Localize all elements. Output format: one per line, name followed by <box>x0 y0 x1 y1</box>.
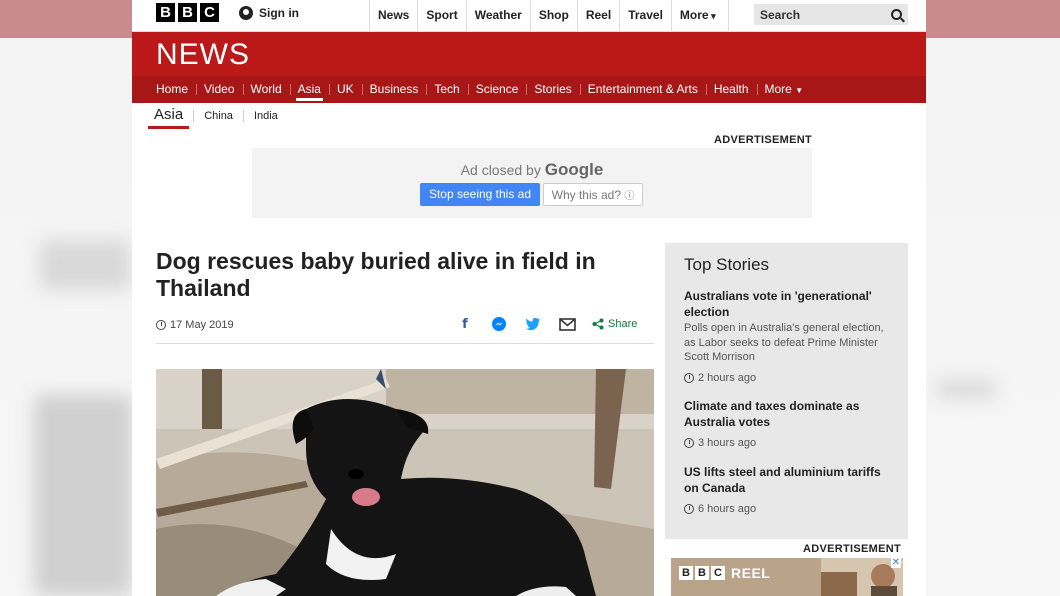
user-icon <box>239 6 253 20</box>
clock-icon <box>684 438 694 448</box>
bbc-page: B B C Sign in News Sport Weather Shop Re… <box>132 0 926 596</box>
asia-subnav: Asia China India <box>148 103 288 129</box>
top-story-time-text: 3 hours ago <box>698 437 757 449</box>
reel-word: REEL <box>731 565 771 581</box>
top-stories-panel: Top Stories Australians vote in 'generat… <box>665 243 908 539</box>
top-story-item[interactable]: Climate and taxes dominate as Australia … <box>684 398 894 449</box>
bbc-logo-letter: B <box>156 3 175 22</box>
top-nav-travel[interactable]: Travel <box>619 0 671 32</box>
top-story-time-text: 6 hours ago <box>698 503 757 515</box>
top-nav-weather[interactable]: Weather <box>465 0 530 32</box>
article-date: 17 May 2019 <box>156 319 234 331</box>
info-icon: ⓘ <box>624 191 635 202</box>
top-nav-sport[interactable]: Sport <box>417 0 465 32</box>
top-story-item[interactable]: Australians vote in 'generational' elect… <box>684 288 894 384</box>
top-nav-reel[interactable]: Reel <box>576 0 619 32</box>
sign-in-link[interactable]: Sign in <box>239 6 299 20</box>
section-tech[interactable]: Tech <box>426 76 467 103</box>
clock-icon <box>156 320 166 330</box>
bbc-reel-logo-letter: B <box>695 566 709 580</box>
section-health[interactable]: Health <box>705 76 757 103</box>
news-header: NEWS <box>132 32 926 76</box>
subnav-china[interactable]: China <box>193 110 243 122</box>
search-placeholder: Search <box>760 7 801 22</box>
top-nav-more[interactable]: More <box>670 0 729 32</box>
section-nav: Home Video World Asia UK Business Tech S… <box>132 76 926 103</box>
share-tools: f Share <box>456 316 637 332</box>
bbc-reel-logo-letter: C <box>711 566 725 580</box>
sign-in-label: Sign in <box>259 6 299 20</box>
messenger-icon[interactable] <box>490 316 508 332</box>
news-logo[interactable]: NEWS <box>156 38 250 72</box>
top-nav: News Sport Weather Shop Reel Travel More <box>369 0 729 32</box>
top-story-title[interactable]: US lifts steel and aluminium tariffs on … <box>684 464 894 496</box>
subnav-india[interactable]: India <box>242 110 288 122</box>
top-nav-shop[interactable]: Shop <box>529 0 577 32</box>
advertisement-label-side: ADVERTISEMENT <box>803 543 902 555</box>
top-story-title[interactable]: Australians vote in 'generational' elect… <box>684 288 894 320</box>
share-icon <box>592 318 604 330</box>
section-asia[interactable]: Asia <box>289 76 329 103</box>
background-left-blurred <box>0 0 132 596</box>
bbc-reel-logo-letter: B <box>679 566 693 580</box>
top-story-time: 6 hours ago <box>684 503 894 515</box>
article-photo-dog <box>156 369 654 596</box>
section-business[interactable]: Business <box>361 76 427 103</box>
clock-icon <box>684 372 694 383</box>
section-home[interactable]: Home <box>148 76 196 103</box>
top-story-time: 3 hours ago <box>684 437 894 449</box>
top-story-time-text: 2 hours ago <box>698 371 757 384</box>
facebook-icon[interactable]: f <box>456 316 474 332</box>
bbc-logo-letter: C <box>200 3 219 22</box>
top-stories-heading: Top Stories <box>684 255 770 274</box>
section-uk[interactable]: UK <box>328 76 362 103</box>
google-logo: Google <box>544 160 604 179</box>
section-stories[interactable]: Stories <box>526 76 579 103</box>
article-date-text: 17 May 2019 <box>170 319 234 331</box>
stop-seeing-ad-button[interactable]: Stop seeing this ad <box>420 183 540 206</box>
top-nav-news[interactable]: News <box>369 0 417 32</box>
why-this-ad-button[interactable]: Why this ad? ⓘ <box>543 183 643 206</box>
article-divider <box>156 343 654 344</box>
bbc-logo-letter: B <box>178 3 197 22</box>
share-button[interactable]: Share <box>592 318 637 330</box>
ad-close-icon[interactable]: ✕ <box>890 558 901 568</box>
chevron-down-icon: ▼ <box>795 86 804 95</box>
clock-icon <box>684 504 694 514</box>
twitter-icon[interactable] <box>524 316 542 332</box>
top-story-time: 2 hours ago <box>684 372 894 384</box>
section-world[interactable]: World <box>242 76 290 103</box>
section-video[interactable]: Video <box>196 76 242 103</box>
section-science[interactable]: Science <box>467 76 527 103</box>
section-more[interactable]: More ▼ <box>756 76 812 103</box>
search-icon[interactable] <box>891 9 902 20</box>
top-story-summary: Polls open in Australia's general electi… <box>684 322 884 363</box>
top-story-item[interactable]: US lifts steel and aluminium tariffs on … <box>684 464 894 515</box>
share-label: Share <box>608 318 638 330</box>
bbc-reel-ad[interactable]: B B C REEL ✕ <box>671 558 903 596</box>
ad-closed-text: Ad closed by Google <box>252 160 812 180</box>
subnav-current-asia[interactable]: Asia <box>148 104 190 129</box>
ad-closed-box: Ad closed by Google Stop seeing this ad … <box>252 148 812 218</box>
ad-closed-prefix: Ad closed by <box>460 162 541 178</box>
why-this-ad-label: Why this ad? <box>551 188 622 202</box>
article-headline: Dog rescues baby buried alive in field i… <box>156 248 596 301</box>
section-more-label: More <box>764 82 792 96</box>
bbc-reel-logo: B B C REEL <box>679 565 770 581</box>
background-right-blurred <box>926 0 1060 596</box>
bbc-top-bar: B B C Sign in News Sport Weather Shop Re… <box>132 0 926 32</box>
email-icon[interactable] <box>558 316 576 332</box>
advertisement-label-top: ADVERTISEMENT <box>714 134 813 146</box>
top-story-title[interactable]: Climate and taxes dominate as Australia … <box>684 398 894 430</box>
bbc-logo[interactable]: B B C <box>156 3 219 22</box>
section-entertainment-arts[interactable]: Entertainment & Arts <box>579 76 706 103</box>
search-input[interactable]: Search <box>754 4 908 25</box>
